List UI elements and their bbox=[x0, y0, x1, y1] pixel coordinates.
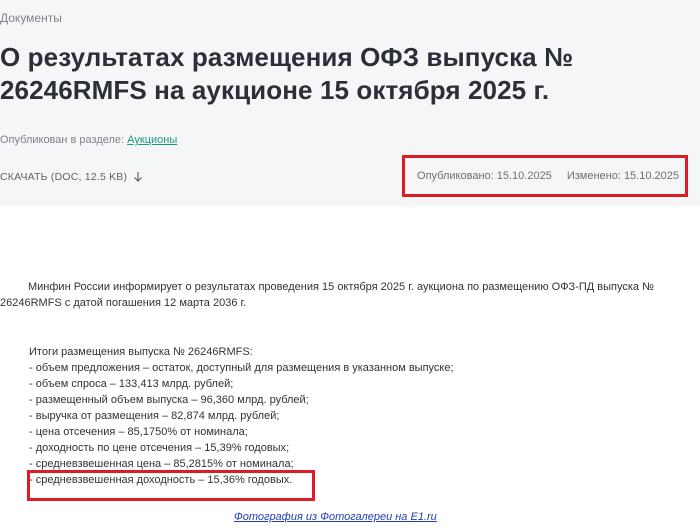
intro-paragraph: Минфин России информирует о результатах … bbox=[0, 279, 680, 311]
page-title: О результатах размещения ОФЗ выпуска № 2… bbox=[0, 41, 700, 107]
download-label: СКАЧАТЬ (DOC, 12.5 KB) bbox=[0, 171, 128, 183]
published-in: Опубликован в разделе: Аукционы bbox=[0, 134, 177, 146]
photo-credit-link[interactable]: Фотография из Фотогалереи на E1.ru bbox=[234, 511, 437, 523]
list-item: - выручка от размещения – 82,874 млрд. р… bbox=[29, 410, 280, 422]
yield-highlight-box bbox=[27, 470, 315, 501]
list-item: - объем предложения – остаток, доступный… bbox=[29, 362, 454, 374]
results-list: Итоги размещения выпуска № 26246RMFS: - … bbox=[29, 344, 454, 488]
list-item: - доходность по цене отсечения – 15,39% … bbox=[29, 442, 290, 454]
arrow-down-icon bbox=[134, 172, 143, 182]
document-header: Документы О результатах размещения ОФЗ в… bbox=[0, 0, 700, 206]
page-title-line2: 26246RMFS на аукционе 15 октября 2025 г. bbox=[0, 75, 550, 105]
download-button[interactable]: СКАЧАТЬ (DOC, 12.5 KB) bbox=[0, 171, 143, 183]
published-in-label: Опубликован в разделе: bbox=[0, 134, 125, 146]
list-item: - цена отсечения – 85,1750% от номинала; bbox=[29, 426, 248, 438]
list-item: - размещенный объем выпуска – 96,360 млр… bbox=[29, 394, 309, 406]
page-title-line1: О результатах размещения ОФЗ выпуска № bbox=[0, 42, 574, 72]
results-heading: Итоги размещения выпуска № 26246RMFS: bbox=[29, 346, 253, 358]
section-link-auctions[interactable]: Аукционы bbox=[127, 134, 177, 146]
intro-line1: Минфин России информирует о результатах … bbox=[28, 281, 654, 293]
list-item: - объем спроса – 133,413 млрд. рублей; bbox=[29, 378, 234, 390]
meta-dates-highlight: Опубликовано: 15.10.2025 Изменено: 15.10… bbox=[402, 155, 688, 197]
breadcrumb[interactable]: Документы bbox=[0, 11, 62, 25]
intro-line2: 26246RMFS с датой погашения 12 марта 203… bbox=[0, 297, 247, 309]
published-date: Опубликовано: 15.10.2025 bbox=[417, 170, 552, 182]
modified-date: Изменено: 15.10.2025 bbox=[566, 170, 679, 182]
document-body: Минфин России информирует о результатах … bbox=[0, 206, 700, 528]
